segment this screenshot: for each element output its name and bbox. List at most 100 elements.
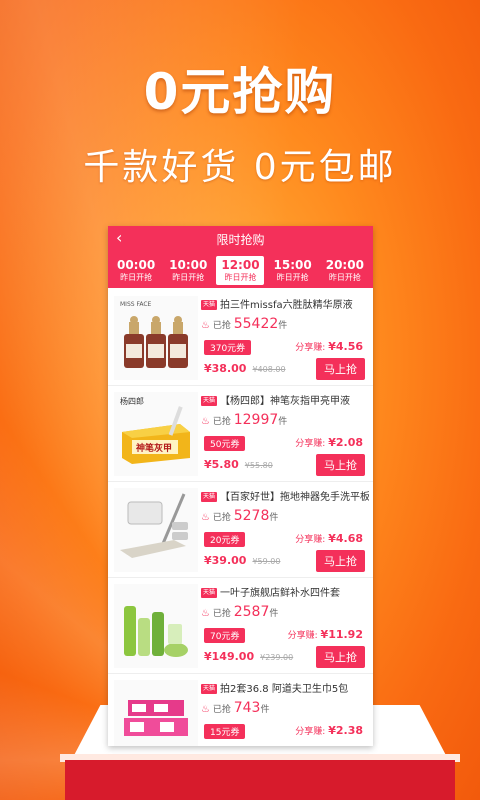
coupon-badge: 15元券 [204,724,246,739]
time-slot-time: 12:00 [221,257,260,272]
coupon-badge: 70元券 [204,628,246,643]
product-item[interactable]: 天猫 【百家好世】拖地神器免手洗平板拖 ♨ 已抢 5278件 20元券 分享赚: … [108,482,373,578]
coupon-badge: 50元券 [204,436,246,451]
product-title-row: 天猫 【杨四郎】神笔灰指甲亮甲液 [201,392,369,406]
share-value: ¥2.38 [328,724,363,737]
thumb-label: 神笔灰甲 [136,442,172,454]
time-slot-time: 10:00 [169,257,208,272]
sold-prefix: 已抢 [212,417,231,427]
sold-number: 12997 [233,412,279,428]
product-item[interactable]: 天猫 一叶子旗舰店鲜补水四件套 ♨ 已抢 2587件 70元券 分享赚: ¥11.… [108,578,373,674]
hero-subtitle: 千款好货 0元包邮 [83,147,397,188]
nail-pen-box-icon: 杨四郎 神笔灰甲 [114,392,198,476]
sold-unit: 件 [278,321,288,331]
share-value: ¥4.68 [328,532,363,545]
sold-count: ♨ 已抢 5278件 [201,508,278,524]
back-arrow-icon[interactable]: ‹ [116,228,122,247]
sold-number: 5278 [233,508,270,524]
original-price: ¥55.80 [244,461,273,470]
time-slot-1000[interactable]: 10:00 昨日开抢 [164,256,212,285]
flame-icon: ♨ [201,320,210,331]
product-thumbnail[interactable] [114,680,198,746]
buy-now-button[interactable]: 马上抢 [316,646,365,668]
share-label: 分享赚: [295,343,329,353]
sold-prefix: 已抢 [212,609,231,619]
page-title: 限时抢购 [216,232,265,247]
product-thumbnail[interactable] [114,488,198,572]
hero-title: 0元抢购 [143,63,337,121]
current-price: ¥149.00 [204,650,255,663]
tmall-badge: 天猫 [201,300,218,310]
share-value: ¥4.56 [328,340,363,353]
current-price: ¥39.00 [204,554,247,567]
time-slot-status: 昨日开抢 [328,272,361,282]
time-slot-2000[interactable]: 20:00 昨日开抢 [321,256,369,285]
time-slot-bar: 00:00 昨日开抢 10:00 昨日开抢 12:00 昨日开抢 15:00 昨… [108,252,373,288]
flame-icon: ♨ [201,416,210,427]
sold-unit: 件 [269,513,279,523]
original-price: ¥59.00 [252,557,281,566]
sold-number: 743 [233,700,261,716]
flame-icon: ♨ [201,512,210,523]
product-thumbnail[interactable]: MISS FACE [114,296,198,380]
thumb-brand: MISS FACE [120,301,152,308]
tmall-badge: 天猫 [201,396,218,406]
price: ¥149.00 ¥239.00 [204,650,293,663]
price: ¥39.00 ¥59.00 [204,554,280,567]
sold-number: 2587 [233,604,270,620]
current-price: ¥5.80 [204,458,239,471]
time-slot-status: 昨日开抢 [172,272,205,282]
phone-screen: ‹ 限时抢购 00:00 昨日开抢 10:00 昨日开抢 12:00 昨日开抢 … [108,226,373,746]
time-slot-time: 15:00 [273,257,312,272]
product-title: 拍三件missfa六胜肽精华原液 [220,300,353,310]
share-value: ¥11.92 [320,628,363,641]
podium-front [65,760,455,800]
coupon-badge: 370元券 [204,340,252,355]
share-earn: 分享赚: ¥11.92 [288,628,363,641]
share-label: 分享赚: [295,727,329,737]
time-slot-1200[interactable]: 12:00 昨日开抢 [216,255,265,285]
buy-now-button[interactable]: 马上抢 [316,550,365,572]
sold-count: ♨ 已抢 2587件 [201,604,278,620]
time-slot-time: 20:00 [325,257,364,272]
thumb-brand: 杨四郎 [120,396,144,406]
time-slot-1500[interactable]: 15:00 昨日开抢 [269,256,317,285]
product-list: MISS FACE 天猫 拍三件missfa六胜肽精华原液 ♨ 已抢 55422… [108,290,373,746]
sold-count: ♨ 已抢 743件 [201,700,269,716]
time-slot-status: 昨日开抢 [276,272,309,282]
serum-bottles-icon: MISS FACE [114,296,198,380]
share-label: 分享赚: [295,439,329,449]
product-title-row: 天猫 拍三件missfa六胜肽精华原液 [201,296,369,310]
tmall-badge: 天猫 [201,684,218,694]
sold-unit: 件 [269,609,279,619]
buy-now-button[interactable]: 马上抢 [316,454,365,476]
time-slot-time: 00:00 [116,257,156,272]
time-slot-status: 昨日开抢 [120,272,153,282]
app-header: ‹ 限时抢购 [108,226,373,252]
product-title: 【杨四郎】神笔灰指甲亮甲液 [220,396,351,406]
product-item[interactable]: MISS FACE 天猫 拍三件missfa六胜肽精华原液 ♨ 已抢 55422… [108,290,373,386]
buy-now-button[interactable]: 马上抢 [316,358,365,380]
sold-unit: 件 [260,705,270,715]
share-earn: 分享赚: ¥2.08 [295,436,363,449]
share-earn: 分享赚: ¥4.68 [295,532,363,545]
price: ¥5.80 ¥55.80 [204,458,273,471]
product-thumbnail[interactable]: 杨四郎 神笔灰甲 [114,392,198,476]
sold-prefix: 已抢 [212,321,231,331]
product-title: 拍2套36.8 阿道夫卫生巾5包 [220,684,349,694]
product-title-row: 天猫 拍2套36.8 阿道夫卫生巾5包 [201,680,369,694]
flame-icon: ♨ [201,608,210,619]
flat-mop-icon [114,488,198,572]
product-thumbnail[interactable] [114,584,198,668]
coupon-badge: 20元券 [204,532,246,547]
product-item[interactable]: 杨四郎 神笔灰甲 天猫 【杨四郎】神笔灰指甲亮甲液 ♨ 已抢 12997件 50元… [108,386,373,482]
price: ¥38.00 ¥408.00 [204,362,286,375]
sold-number: 55422 [233,316,279,332]
skincare-set-icon [114,584,198,668]
tmall-badge: 天猫 [201,492,218,502]
product-title: 【百家好世】拖地神器免手洗平板拖 [220,492,369,502]
time-slot-0000[interactable]: 00:00 昨日开抢 [112,256,160,285]
share-earn: 分享赚: ¥2.38 [295,724,363,737]
product-item[interactable]: 天猫 拍2套36.8 阿道夫卫生巾5包 ♨ 已抢 743件 15元券 分享赚: ¥… [108,674,373,746]
product-title-row: 天猫 【百家好世】拖地神器免手洗平板拖 [201,488,369,502]
